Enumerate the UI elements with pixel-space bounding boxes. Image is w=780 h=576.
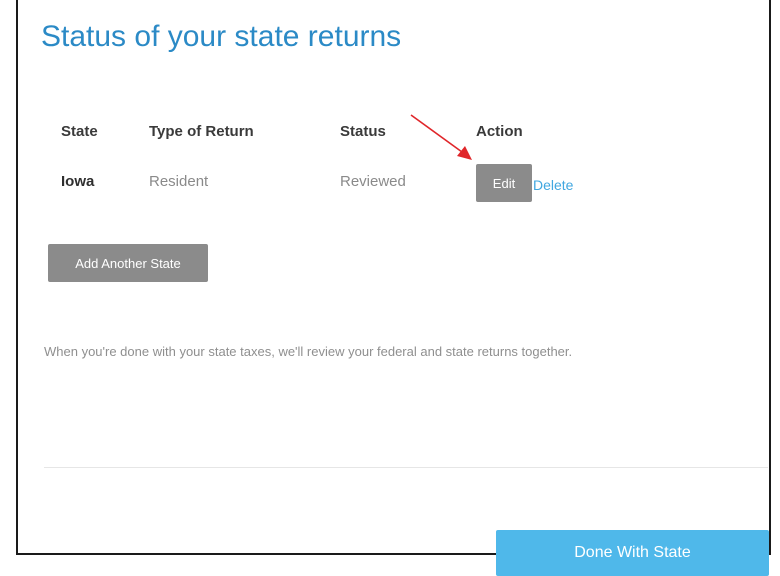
divider — [44, 467, 768, 468]
column-header-action: Action — [476, 123, 523, 140]
column-header-type: Type of Return — [149, 123, 254, 140]
page-title: Status of your state returns — [41, 20, 402, 53]
review-info-text: When you're done with your state taxes, … — [44, 344, 573, 359]
delete-link[interactable]: Delete — [533, 177, 573, 193]
status-cell: Reviewed — [340, 173, 406, 190]
return-type-cell: Resident — [149, 173, 209, 190]
edit-button[interactable]: Edit — [476, 164, 532, 202]
add-another-state-button[interactable]: Add Another State — [48, 244, 208, 282]
state-cell: Iowa — [61, 173, 95, 190]
done-with-state-button[interactable]: Done With State — [496, 530, 769, 576]
column-header-state: State — [61, 123, 98, 140]
column-header-status: Status — [340, 123, 386, 140]
